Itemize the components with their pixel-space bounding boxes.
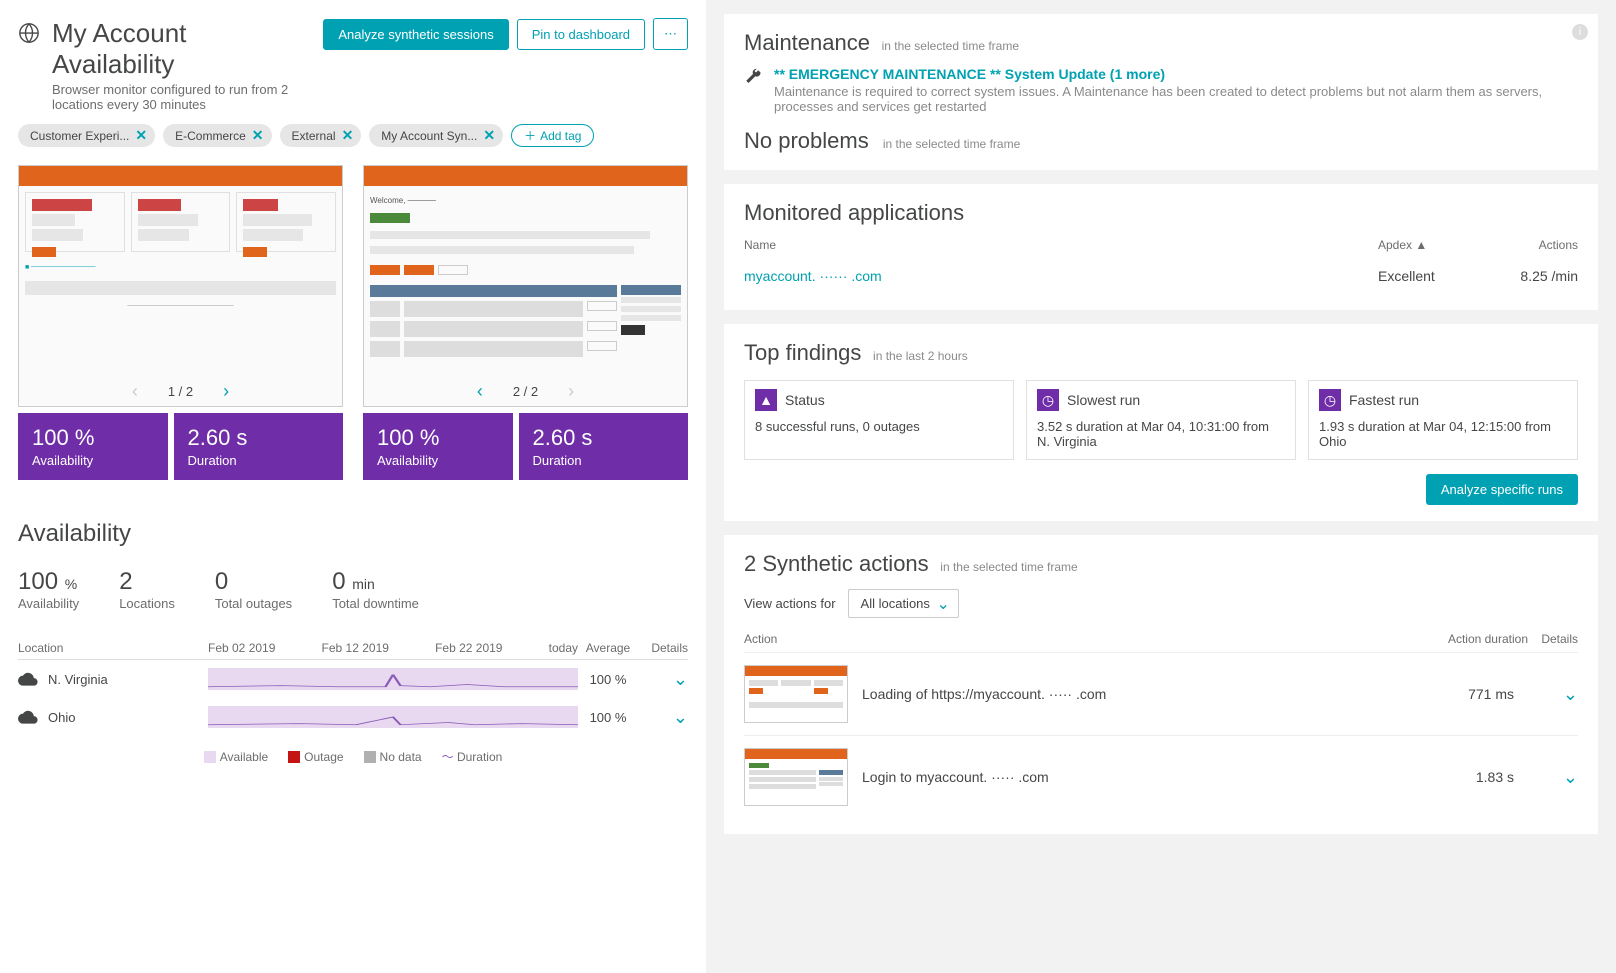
- add-tag-button[interactable]: ＋Add tag: [511, 124, 594, 147]
- pager-text: 2 / 2: [513, 384, 538, 399]
- action-thumbnail: [744, 748, 848, 806]
- col-average: Average: [578, 641, 638, 655]
- close-icon[interactable]: ✕: [252, 127, 264, 144]
- tag-item[interactable]: My Account Syn...✕: [369, 124, 503, 147]
- tag-item[interactable]: External✕: [280, 124, 362, 147]
- synthetic-actions-card: 2 Synthetic actions in the selected time…: [724, 535, 1598, 834]
- monitored-apps-card: Monitored applications Name Apdex ▲ Acti…: [724, 184, 1598, 310]
- actions-heading: 2 Synthetic actions: [744, 551, 929, 576]
- pin-dashboard-button[interactable]: Pin to dashboard: [517, 19, 645, 50]
- duration-metric: 2.60 s Duration: [519, 413, 689, 480]
- screenshot-preview[interactable]: ■ ───────────── ────────────────────────…: [18, 165, 343, 407]
- cloud-icon: [18, 672, 38, 686]
- action-thumbnail: [744, 665, 848, 723]
- close-icon[interactable]: ✕: [342, 127, 354, 144]
- sparkline-chart[interactable]: [208, 706, 578, 728]
- finding-status[interactable]: ▲Status 8 successful runs, 0 outages: [744, 380, 1014, 460]
- maintenance-description: Maintenance is required to correct syste…: [774, 84, 1578, 114]
- availability-metric: 100 % Availability: [18, 413, 168, 480]
- monitored-heading: Monitored applications: [744, 200, 964, 225]
- tag-item[interactable]: E-Commerce✕: [163, 124, 271, 147]
- chevron-down-icon[interactable]: ⌄: [1563, 767, 1578, 787]
- app-row[interactable]: myaccount. ······ .com Excellent 8.25 /m…: [744, 258, 1578, 294]
- col-location: Location: [18, 641, 208, 655]
- chevron-left-icon: ‹: [132, 381, 138, 402]
- chevron-down-icon[interactable]: ⌄: [1563, 684, 1578, 704]
- action-row[interactable]: Login to myaccount. ····· .com 1.83 s ⌄: [744, 735, 1578, 818]
- maintenance-card: i Maintenance in the selected time frame…: [724, 14, 1598, 170]
- stat-outages: 0 Total outages: [215, 568, 292, 611]
- clock-icon: ◷: [1037, 389, 1059, 411]
- clock-icon: ◷: [1319, 389, 1341, 411]
- pager-text: 1 / 2: [168, 384, 193, 399]
- chevron-down-icon[interactable]: ⌄: [673, 669, 688, 689]
- findings-heading: Top findings: [744, 340, 861, 365]
- analyze-runs-button[interactable]: Analyze specific runs: [1426, 474, 1578, 505]
- sparkline-chart[interactable]: [208, 668, 578, 690]
- duration-metric: 2.60 s Duration: [174, 413, 344, 480]
- globe-icon: [18, 22, 40, 44]
- stat-availability: 100 % Availability: [18, 568, 79, 611]
- analyze-sessions-button[interactable]: Analyze synthetic sessions: [323, 19, 508, 50]
- screenshot-preview[interactable]: Welcome, ─────: [363, 165, 688, 407]
- findings-card: Top findings in the last 2 hours ▲Status…: [724, 324, 1598, 521]
- tag-list: Customer Experi...✕ E-Commerce✕ External…: [18, 124, 688, 147]
- page-subtitle: Browser monitor configured to run from 2…: [52, 82, 311, 112]
- action-row[interactable]: Loading of https://myaccount. ····· .com…: [744, 652, 1578, 735]
- chart-legend: Available Outage No data ～ Duration: [18, 748, 688, 765]
- location-row: N. Virginia 100 % ⌄: [18, 660, 688, 698]
- apdex-sort[interactable]: Apdex ▲: [1378, 238, 1498, 252]
- finding-slowest[interactable]: ◷Slowest run 3.52 s duration at Mar 04, …: [1026, 380, 1296, 460]
- stat-locations: 2 Locations: [119, 568, 175, 611]
- maintenance-heading: Maintenance: [744, 30, 870, 55]
- location-row: Ohio 100 % ⌄: [18, 698, 688, 736]
- close-icon[interactable]: ✕: [483, 127, 495, 144]
- cloud-icon: [18, 710, 38, 724]
- plus-icon: ＋: [524, 127, 536, 144]
- chevron-left-icon[interactable]: ‹: [477, 381, 483, 402]
- page-title: My Account Availability: [52, 18, 311, 80]
- close-icon[interactable]: ✕: [135, 127, 147, 144]
- info-icon[interactable]: i: [1572, 24, 1588, 40]
- availability-metric: 100 % Availability: [363, 413, 513, 480]
- tag-item[interactable]: Customer Experi...✕: [18, 124, 155, 147]
- chevron-right-icon[interactable]: ›: [223, 381, 229, 402]
- col-details: Details: [638, 641, 688, 655]
- availability-heading: Availability: [18, 520, 688, 548]
- maintenance-link[interactable]: ** EMERGENCY MAINTENANCE ** System Updat…: [774, 66, 1578, 82]
- wrench-icon: [744, 68, 762, 86]
- location-filter-select[interactable]: All locations: [848, 589, 959, 618]
- warning-icon: ▲: [755, 389, 777, 411]
- more-menu-button[interactable]: ⋯: [653, 18, 688, 50]
- app-link[interactable]: myaccount. ······ .com: [744, 268, 1378, 284]
- stat-downtime: 0 min Total downtime: [332, 568, 419, 611]
- finding-fastest[interactable]: ◷Fastest run 1.93 s duration at Mar 04, …: [1308, 380, 1578, 460]
- chevron-down-icon[interactable]: ⌄: [673, 707, 688, 727]
- chevron-right-icon: ›: [568, 381, 574, 402]
